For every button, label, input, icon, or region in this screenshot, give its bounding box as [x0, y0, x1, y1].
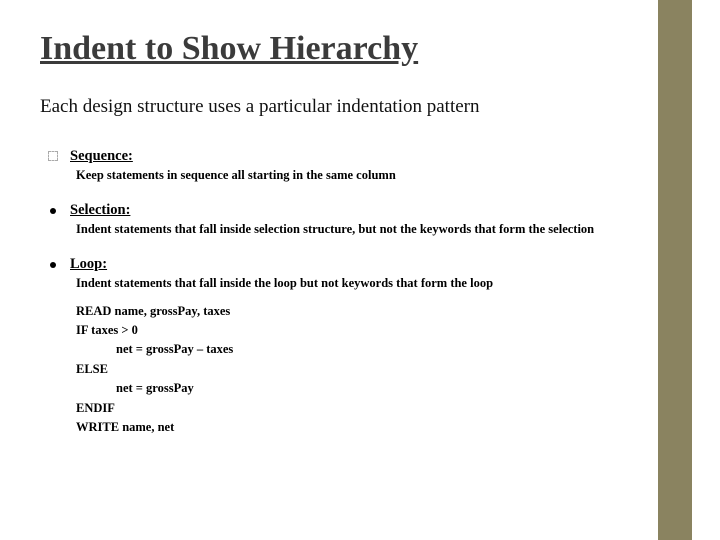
code-line: net = grossPay – taxes [76, 340, 680, 359]
section-desc-loop: Indent statements that fall inside the l… [70, 275, 680, 292]
bullet-disc-icon [50, 262, 56, 268]
bullet-list: Sequence: Keep statements in sequence al… [40, 148, 680, 437]
section-head-sequence: Sequence: [70, 148, 680, 165]
list-item-loop: Loop: Indent statements that fall inside… [70, 256, 680, 438]
slide: Indent to Show Hierarchy Each design str… [0, 0, 720, 540]
section-head-selection: Selection: [70, 202, 680, 219]
list-item-sequence: Sequence: Keep statements in sequence al… [70, 148, 680, 184]
code-line: IF taxes > 0 [76, 321, 680, 340]
bullet-placeholder-icon [48, 151, 58, 161]
code-line: READ name, grossPay, taxes [76, 302, 680, 321]
bullet-disc-icon [50, 208, 56, 214]
code-line: ELSE [76, 360, 680, 379]
section-head-loop: Loop: [70, 256, 680, 273]
code-example: READ name, grossPay, taxes IF taxes > 0 … [70, 302, 680, 438]
code-line: net = grossPay [76, 379, 680, 398]
code-line: ENDIF [76, 399, 680, 418]
list-item-selection: Selection: Indent statements that fall i… [70, 202, 680, 238]
section-desc-sequence: Keep statements in sequence all starting… [70, 167, 680, 184]
section-desc-selection: Indent statements that fall inside selec… [70, 221, 680, 238]
code-line: WRITE name, net [76, 418, 680, 437]
page-title: Indent to Show Hierarchy [40, 30, 680, 68]
intro-text: Each design structure uses a particular … [40, 96, 680, 118]
